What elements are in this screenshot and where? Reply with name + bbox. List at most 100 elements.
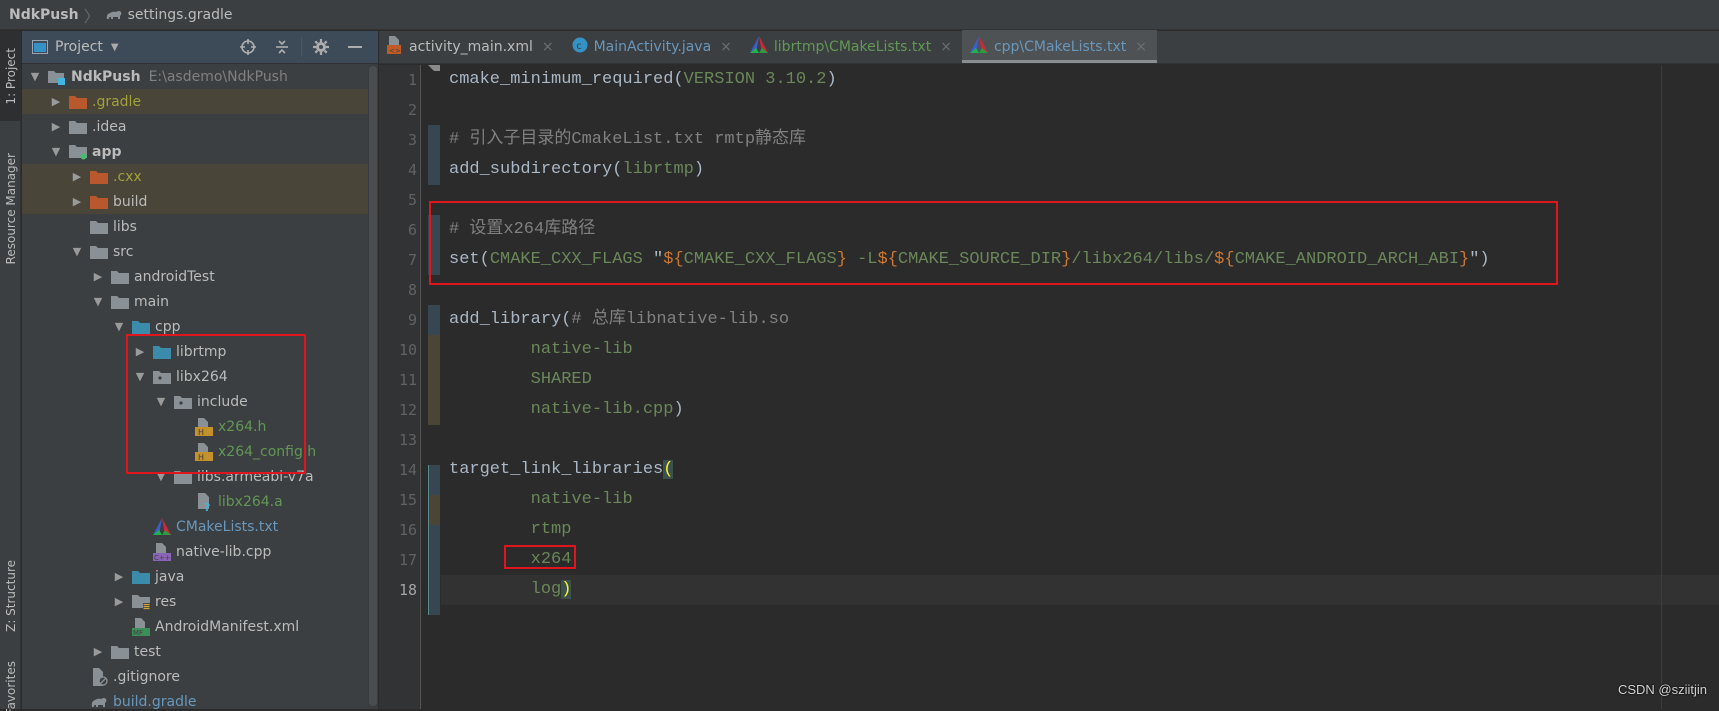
tree-item[interactable]: ?libx264.a bbox=[22, 489, 378, 514]
tree-item[interactable]: ▶build bbox=[22, 189, 378, 214]
editor-tab-label: cpp\CMakeLists.txt bbox=[994, 39, 1126, 55]
tree-item[interactable]: ▶java bbox=[22, 564, 378, 589]
tree-item[interactable]: ▶test bbox=[22, 639, 378, 664]
breadcrumb-project[interactable]: NdkPush bbox=[9, 7, 79, 23]
expand-arrow-open-icon[interactable]: ▼ bbox=[91, 295, 105, 308]
code-line[interactable]: x264 bbox=[441, 545, 1719, 575]
code-line[interactable]: native-lib bbox=[441, 335, 1719, 365]
stripe-tab-structure[interactable]: Z: Structure bbox=[0, 541, 21, 651]
chevron-down-icon[interactable]: ▼ bbox=[111, 42, 119, 53]
fold-marker[interactable] bbox=[428, 65, 440, 71]
tree-item[interactable]: ▼libx264 bbox=[22, 364, 378, 389]
tree-item[interactable]: ▶librtmp bbox=[22, 339, 378, 364]
project-view-selector[interactable]: Project bbox=[55, 39, 103, 55]
code-line[interactable]: target_link_libraries( bbox=[441, 455, 1719, 485]
tree-item[interactable]: ▶.cxx bbox=[22, 164, 378, 189]
code-line[interactable]: rtmp bbox=[441, 515, 1719, 545]
code-line[interactable]: cmake_minimum_required(VERSION 3.10.2) bbox=[441, 65, 1719, 95]
breadcrumb-file[interactable]: settings.gradle bbox=[128, 7, 233, 23]
tree-item[interactable]: Hx264.h bbox=[22, 414, 378, 439]
code-line[interactable]: add_library(# 总库libnative-lib.so bbox=[441, 305, 1719, 335]
expand-arrow-closed-icon[interactable]: ▶ bbox=[91, 270, 105, 283]
code-line[interactable]: log) bbox=[441, 575, 1719, 605]
expand-arrow-closed-icon[interactable]: ▶ bbox=[112, 570, 126, 583]
tree-item[interactable]: ▼src bbox=[22, 239, 378, 264]
code-token: ( bbox=[612, 160, 622, 179]
expand-arrow-open-icon[interactable]: ▼ bbox=[70, 245, 84, 258]
collapse-all-icon[interactable] bbox=[265, 34, 299, 60]
tree-item[interactable]: ▼libs.armeabi-v7a bbox=[22, 464, 378, 489]
hide-icon[interactable] bbox=[338, 34, 372, 60]
code-line[interactable]: set(CMAKE_CXX_FLAGS "${CMAKE_CXX_FLAGS} … bbox=[441, 245, 1719, 275]
close-tab-icon[interactable]: × bbox=[1135, 39, 1147, 55]
tree-item[interactable]: libs bbox=[22, 214, 378, 239]
code-line[interactable] bbox=[441, 425, 1719, 455]
code-line[interactable]: # 引入子目录的CmakeList.txt rmtp静态库 bbox=[441, 125, 1719, 155]
tree-item[interactable]: .gitignore bbox=[22, 664, 378, 689]
stripe-tab-favorites[interactable]: Favorites bbox=[0, 661, 21, 711]
tree-item[interactable]: ▶res bbox=[22, 589, 378, 614]
change-marker[interactable] bbox=[428, 465, 440, 495]
editor-tab[interactable]: cMainActivity.java× bbox=[564, 30, 742, 63]
tree-item-label: x264.h bbox=[218, 419, 266, 435]
code-token: ) bbox=[694, 160, 704, 179]
tree-item[interactable]: Hx264_config.h bbox=[22, 439, 378, 464]
close-tab-icon[interactable]: × bbox=[542, 39, 554, 55]
code-line[interactable] bbox=[441, 185, 1719, 215]
expand-arrow-closed-icon[interactable]: ▶ bbox=[49, 95, 63, 108]
expand-arrow-closed-icon[interactable]: ▶ bbox=[112, 595, 126, 608]
tree-item[interactable]: ▼cpp bbox=[22, 314, 378, 339]
change-marker[interactable] bbox=[428, 495, 440, 525]
change-marker[interactable] bbox=[428, 125, 440, 185]
tree-item[interactable]: ▶.idea bbox=[22, 114, 378, 139]
editor-tab[interactable]: librtmp\CMakeLists.txt× bbox=[742, 30, 962, 63]
tree-scrollbar[interactable] bbox=[368, 64, 378, 709]
code-line[interactable]: native-lib bbox=[441, 485, 1719, 515]
tree-item[interactable]: C++native-lib.cpp bbox=[22, 539, 378, 564]
expand-arrow-open-icon[interactable]: ▼ bbox=[28, 70, 42, 83]
editor-tab[interactable]: <>activity_main.xml× bbox=[379, 30, 564, 63]
tree-item[interactable]: ▼include bbox=[22, 389, 378, 414]
code-line[interactable]: native-lib.cpp) bbox=[441, 395, 1719, 425]
change-marker[interactable] bbox=[428, 335, 440, 425]
expand-arrow-open-icon[interactable]: ▼ bbox=[154, 470, 168, 483]
expand-arrow-closed-icon[interactable]: ▶ bbox=[70, 195, 84, 208]
expand-arrow-closed-icon[interactable]: ▶ bbox=[91, 645, 105, 658]
tree-item[interactable]: ▼main bbox=[22, 289, 378, 314]
tree-item[interactable]: ▶.gradle bbox=[22, 89, 378, 114]
line-number: 10 bbox=[379, 335, 421, 365]
expand-arrow-open-icon[interactable]: ▼ bbox=[133, 370, 147, 383]
expand-arrow-closed-icon[interactable]: ▶ bbox=[70, 170, 84, 183]
expand-arrow-closed-icon[interactable]: ▶ bbox=[49, 120, 63, 133]
editor-tab[interactable]: cpp\CMakeLists.txt × bbox=[962, 30, 1157, 63]
expand-arrow-closed-icon[interactable]: ▶ bbox=[133, 345, 147, 358]
stripe-tab-resource-manager[interactable]: Resource Manager bbox=[0, 139, 21, 279]
change-marker[interactable] bbox=[428, 525, 440, 615]
tree-item[interactable]: build.gradle bbox=[22, 689, 378, 709]
stripe-tab-project[interactable]: 1: Project bbox=[0, 31, 21, 121]
expand-arrow-open-icon[interactable]: ▼ bbox=[154, 395, 168, 408]
code-line[interactable]: # 设置x264库路径 bbox=[441, 215, 1719, 245]
expand-arrow-open-icon[interactable]: ▼ bbox=[112, 320, 126, 333]
tree-item-label: androidTest bbox=[134, 269, 215, 285]
code-line[interactable]: SHARED bbox=[441, 365, 1719, 395]
line-numbers: 123456789101112131415161718 bbox=[379, 65, 421, 605]
tree-item[interactable]: ▼NdkPushE:\asdemo\NdkPush bbox=[22, 64, 378, 89]
expand-arrow-open-icon[interactable]: ▼ bbox=[49, 145, 63, 158]
code-line[interactable]: add_subdirectory(librtmp) bbox=[441, 155, 1719, 185]
code-line[interactable] bbox=[441, 95, 1719, 125]
close-tab-icon[interactable]: × bbox=[940, 39, 952, 55]
tree-item[interactable]: MFAndroidManifest.xml bbox=[22, 614, 378, 639]
tree-item[interactable]: ▶ androidTest bbox=[22, 264, 378, 289]
change-marker[interactable] bbox=[428, 305, 440, 335]
code-area[interactable]: cmake_minimum_required(VERSION 3.10.2) # … bbox=[441, 65, 1719, 709]
tree-item[interactable]: CMakeLists.txt bbox=[22, 514, 378, 539]
scrollbar-thumb[interactable] bbox=[369, 66, 377, 706]
locate-icon[interactable] bbox=[231, 34, 265, 60]
change-marker[interactable] bbox=[428, 215, 440, 275]
gear-icon[interactable] bbox=[304, 34, 338, 60]
close-tab-icon[interactable]: × bbox=[720, 39, 732, 55]
tree-item[interactable]: ▼app bbox=[22, 139, 378, 164]
code-token: SHARED bbox=[531, 370, 592, 389]
code-line[interactable] bbox=[441, 275, 1719, 305]
